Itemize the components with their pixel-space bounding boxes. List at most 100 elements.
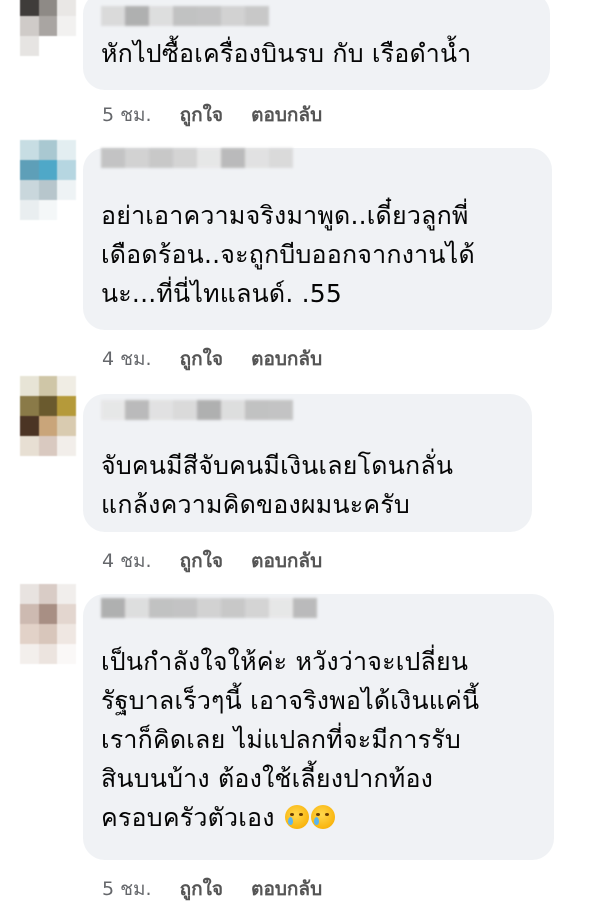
comment-line: เดือดร้อน..จะถูกบีบออกจากงานได้ bbox=[101, 240, 475, 269]
comment-line: เป็นกำลังใจให้ค่ะ หวังว่าจะเปลี่ยน bbox=[101, 647, 469, 676]
avatar-pixel bbox=[57, 36, 76, 56]
avatar-pixel bbox=[38, 16, 58, 36]
avatar-pixel bbox=[38, 416, 58, 436]
avatar-pixel bbox=[20, 604, 39, 624]
avatar-pixel bbox=[57, 584, 76, 604]
comment-line: จับคนมีสีจับคนมีเงินเลยโดนกลั่น bbox=[101, 451, 454, 480]
comment-time[interactable]: 4 ชม. bbox=[102, 348, 152, 370]
avatar-pixel bbox=[57, 436, 76, 456]
name-blur-block bbox=[245, 598, 269, 618]
name-blur-block bbox=[125, 400, 149, 420]
name-blur-block bbox=[149, 148, 173, 168]
avatar-pixel bbox=[20, 416, 39, 436]
avatar[interactable] bbox=[20, 0, 76, 56]
avatar-pixel bbox=[38, 160, 58, 180]
comment-text: หักไปซื้อเครื่องบินรบ กับ เรือดำน้ำ bbox=[101, 34, 471, 73]
comment-bubble: เป็นกำลังใจให้ค่ะ หวังว่าจะเปลี่ยน รัฐบา… bbox=[83, 594, 554, 860]
like-button[interactable]: ถูกใจ bbox=[180, 104, 223, 126]
name-blur-block bbox=[125, 148, 149, 168]
name-blur-block bbox=[245, 148, 269, 168]
name-blur-block bbox=[269, 400, 293, 420]
name-blur-block bbox=[221, 6, 245, 26]
avatar-pixel bbox=[20, 200, 39, 220]
comment-actions: 5 ชม. ถูกใจ ตอบกลับ bbox=[102, 100, 344, 130]
name-blur-block bbox=[293, 598, 317, 618]
name-blur-block bbox=[221, 400, 245, 420]
avatar-pixel bbox=[20, 180, 39, 200]
avatar[interactable] bbox=[20, 376, 76, 456]
reply-button[interactable]: ตอบกลับ bbox=[251, 550, 322, 572]
name-blur-block bbox=[221, 148, 245, 168]
name-blur-block bbox=[101, 400, 125, 420]
avatar-pixel bbox=[57, 0, 76, 16]
comment-time[interactable]: 4 ชม. bbox=[102, 550, 152, 572]
name-blur-block bbox=[125, 6, 149, 26]
crying-face-icon bbox=[284, 805, 309, 829]
comment-time[interactable]: 5 ชม. bbox=[102, 104, 152, 126]
avatar-pixel bbox=[20, 584, 39, 604]
avatar-pixel bbox=[57, 140, 76, 160]
name-blur-block bbox=[269, 148, 293, 168]
avatar[interactable] bbox=[20, 584, 76, 664]
avatar[interactable] bbox=[20, 140, 76, 220]
avatar-pixel bbox=[38, 36, 58, 56]
avatar-pixel bbox=[38, 376, 58, 396]
avatar-pixel bbox=[57, 604, 76, 624]
name-blur-block bbox=[221, 598, 245, 618]
avatar-pixel bbox=[38, 436, 58, 456]
avatar-pixel bbox=[20, 644, 39, 664]
avatar-pixel bbox=[20, 16, 39, 36]
comment-line: นะ...ที่นี่ไทแลนด์. .55 bbox=[101, 279, 342, 308]
reply-button[interactable]: ตอบกลับ bbox=[251, 104, 322, 126]
avatar-pixel bbox=[38, 644, 58, 664]
avatar-pixel bbox=[20, 624, 39, 644]
avatar-pixel bbox=[57, 396, 76, 416]
name-blur-block bbox=[173, 148, 197, 168]
name-blur-block bbox=[125, 598, 149, 618]
avatar-pixel bbox=[20, 0, 39, 16]
commenter-name[interactable] bbox=[101, 148, 293, 168]
name-blur-block bbox=[269, 598, 293, 618]
name-blur-block bbox=[197, 148, 221, 168]
comment-line: หักไปซื้อเครื่องบินรบ กับ เรือดำน้ำ bbox=[101, 39, 472, 68]
comment-line: สินบนบ้าง ต้องใช้เลี้ยงปากท้อง bbox=[101, 764, 434, 793]
commenter-name[interactable] bbox=[101, 598, 317, 618]
comment-line: แกล้งความคิดของผมนะครับ bbox=[101, 490, 410, 519]
name-blur-block bbox=[173, 6, 197, 26]
comment-actions: 5 ชม. ถูกใจ ตอบกลับ bbox=[102, 874, 344, 904]
avatar-pixel bbox=[38, 200, 58, 220]
avatar-pixel bbox=[38, 396, 58, 416]
avatar-pixel bbox=[38, 604, 58, 624]
name-blur-block bbox=[197, 400, 221, 420]
name-blur-block bbox=[149, 400, 173, 420]
avatar-pixel bbox=[38, 180, 58, 200]
comment-line: อย่าเอาความจริงมาพูด..เดี๋ยวลูกพี่ bbox=[101, 201, 469, 230]
comment-text: เป็นกำลังใจให้ค่ะ หวังว่าจะเปลี่ยน รัฐบา… bbox=[101, 642, 479, 837]
comment-actions: 4 ชม. ถูกใจ ตอบกลับ bbox=[102, 344, 344, 374]
like-button[interactable]: ถูกใจ bbox=[180, 348, 223, 370]
name-blur-block bbox=[197, 598, 221, 618]
avatar-pixel bbox=[57, 160, 76, 180]
comment-bubble: หักไปซื้อเครื่องบินรบ กับ เรือดำน้ำ bbox=[83, 0, 550, 90]
avatar-pixel bbox=[20, 436, 39, 456]
name-blur-block bbox=[149, 598, 173, 618]
like-button[interactable]: ถูกใจ bbox=[180, 878, 223, 900]
name-blur-block bbox=[245, 6, 269, 26]
comment-line: รัฐบาลเร็วๆนี้ เอาจริงพอได้เงินแค่นี้ bbox=[101, 686, 480, 715]
comment-actions: 4 ชม. ถูกใจ ตอบกลับ bbox=[102, 546, 344, 576]
reply-button[interactable]: ตอบกลับ bbox=[251, 348, 322, 370]
reply-button[interactable]: ตอบกลับ bbox=[251, 878, 322, 900]
comment-time[interactable]: 5 ชม. bbox=[102, 878, 152, 900]
avatar-pixel bbox=[20, 160, 39, 180]
comment-line-last: ครอบครัวตัวเอง bbox=[101, 798, 479, 837]
name-blur-block bbox=[101, 6, 125, 26]
like-button[interactable]: ถูกใจ bbox=[180, 550, 223, 572]
avatar-pixel bbox=[57, 16, 76, 36]
avatar-pixel bbox=[20, 376, 39, 396]
commenter-name[interactable] bbox=[101, 400, 293, 420]
commenter-name[interactable] bbox=[101, 6, 269, 26]
avatar-pixel bbox=[57, 416, 76, 436]
avatar-pixel bbox=[57, 644, 76, 664]
comment-text: อย่าเอาความจริงมาพูด..เดี๋ยวลูกพี่ เดือด… bbox=[101, 196, 475, 313]
name-blur-block bbox=[101, 598, 125, 618]
